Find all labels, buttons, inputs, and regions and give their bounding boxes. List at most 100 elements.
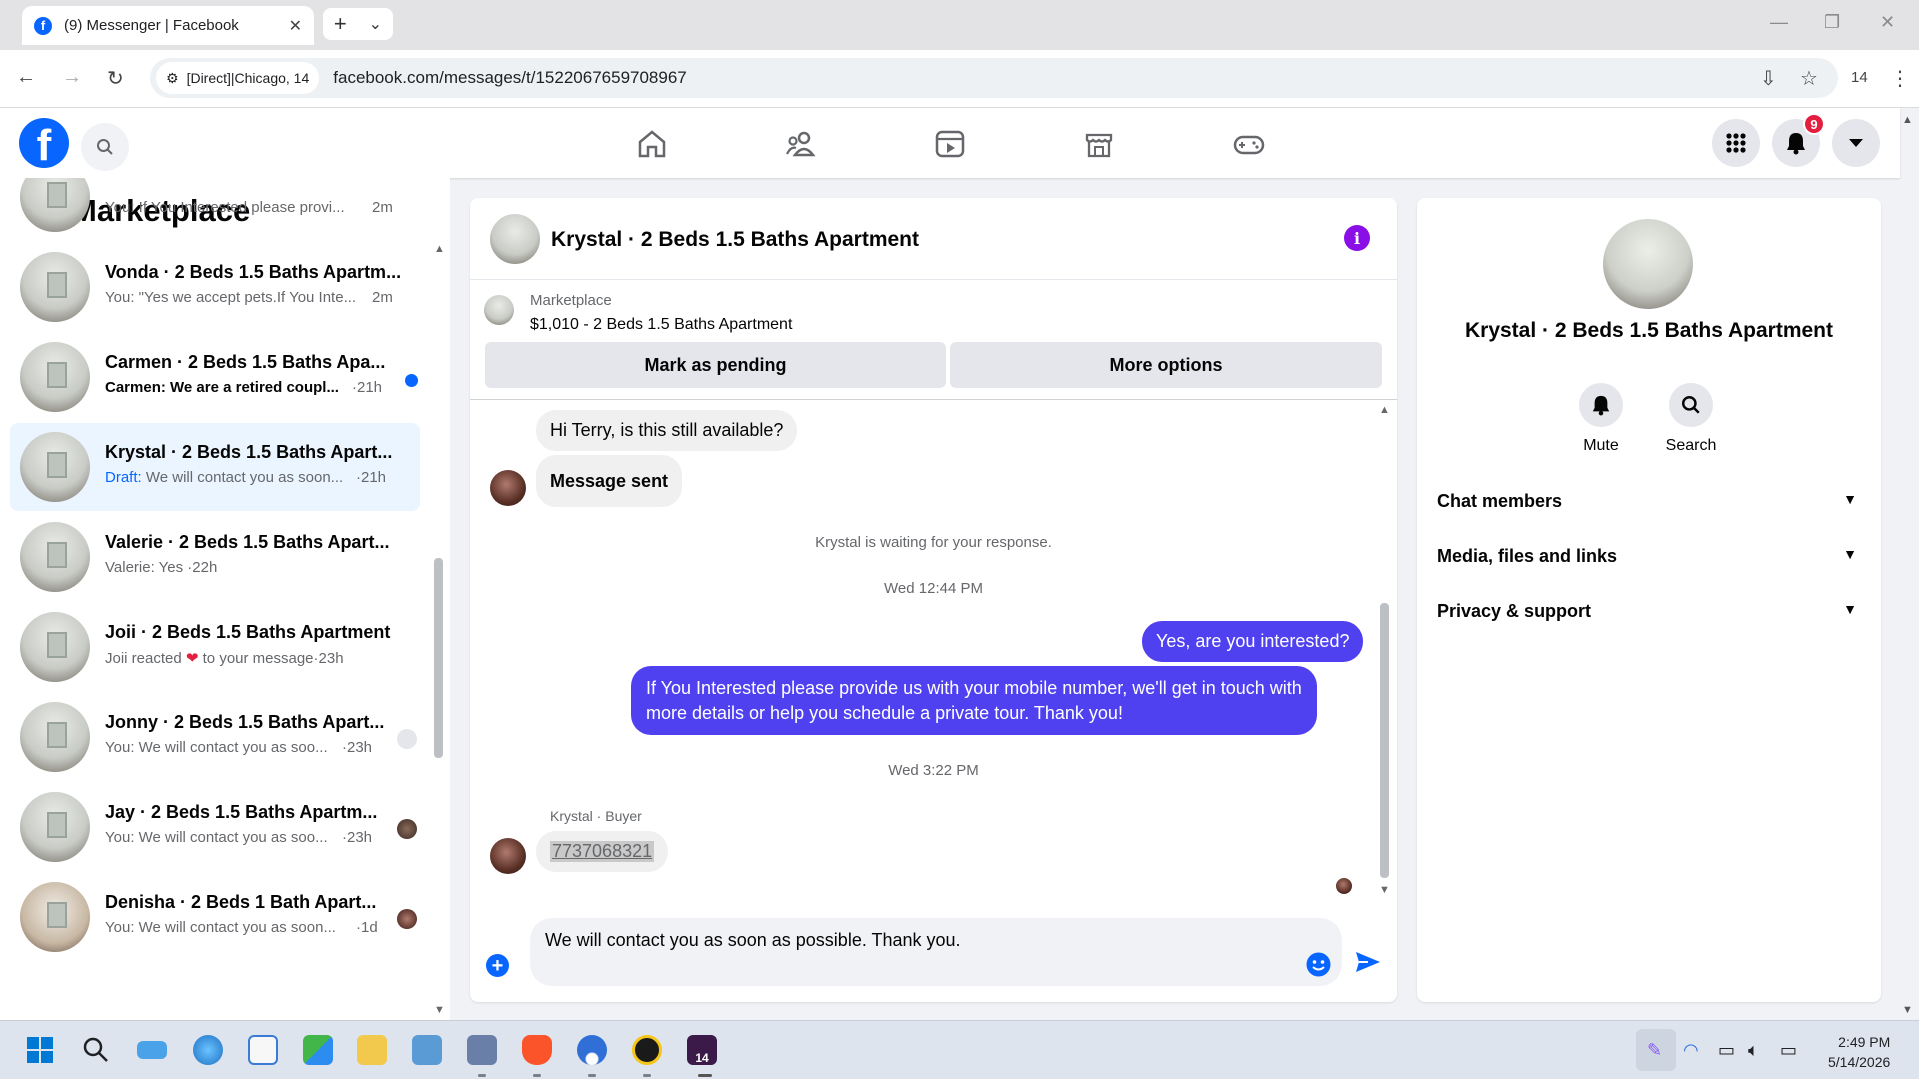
video-icon[interactable] <box>933 127 967 161</box>
conversation-scrollbar[interactable] <box>1380 603 1389 878</box>
battery-icon[interactable]: ▭ <box>1780 1040 1797 1061</box>
message-composer[interactable]: We will contact you as soon as possible.… <box>530 918 1342 986</box>
profile-badge[interactable]: 14 <box>1851 69 1868 86</box>
send-icon[interactable] <box>1354 950 1382 974</box>
conversation-item[interactable]: Joii · 2 Beds 1.5 Baths Apartment Joii r… <box>10 603 420 691</box>
incoming-message[interactable]: 7737068321 <box>536 831 669 872</box>
minimize-icon[interactable]: — <box>1770 12 1788 33</box>
tab-search-button[interactable]: ⌄ <box>369 14 382 34</box>
windows-start-icon[interactable] <box>25 1035 55 1065</box>
conversation-scroll-up-icon[interactable]: ▲ <box>1379 404 1390 416</box>
conversation-item[interactable]: Vonda · 2 Beds 1.5 Baths Apartm... You: … <box>10 243 420 331</box>
install-app-icon[interactable]: ⇩ <box>1760 66 1777 91</box>
info-icon[interactable]: i <box>1344 225 1370 251</box>
sidebar-scroll-down-icon[interactable]: ▼ <box>434 1004 445 1016</box>
privacy-support-section[interactable]: Privacy & support ▼ <box>1437 601 1857 622</box>
back-icon[interactable]: ← <box>16 66 36 89</box>
krystal-avatar[interactable] <box>490 470 526 506</box>
listing-avatar <box>20 342 90 412</box>
system-clock[interactable]: 2:49 PM 5/14/2026 <box>1828 1032 1890 1072</box>
tab-close-icon[interactable]: ✕ <box>289 16 302 36</box>
restore-icon[interactable]: ❐ <box>1824 12 1840 33</box>
conversation-avatar[interactable] <box>490 214 540 264</box>
media-files-links-section[interactable]: Media, files and links ▼ <box>1437 546 1857 567</box>
mark-as-pending-button[interactable]: Mark as pending <box>485 342 946 388</box>
friends-icon[interactable] <box>784 127 818 161</box>
page-scroll-up-icon[interactable]: ▲ <box>1902 114 1913 126</box>
chat-members-section[interactable]: Chat members ▼ <box>1437 491 1857 512</box>
menu-button[interactable] <box>1712 119 1760 167</box>
new-tab-button[interactable]: + <box>334 11 347 37</box>
conversation-item[interactable]: Carmen · 2 Beds 1.5 Baths Apa... Carmen:… <box>10 333 420 421</box>
browser-menu-icon[interactable]: ⋮ <box>1890 66 1910 91</box>
chevron-down-icon: ▼ <box>1843 601 1857 617</box>
marketplace-icon[interactable] <box>1082 127 1116 161</box>
page-scroll-down-icon[interactable]: ▼ <box>1902 1004 1913 1016</box>
ix-browser-icon[interactable] <box>632 1035 662 1065</box>
control-panel-icon[interactable] <box>412 1035 442 1065</box>
conversation-item[interactable]: Jay · 2 Beds 1.5 Baths Apartm... You: We… <box>10 783 420 871</box>
address-bar[interactable]: ⚙ [Direct]|Chicago, 14 facebook.com/mess… <box>150 58 1838 98</box>
conversation-item[interactable]: You: If You Interested please provi... 2… <box>10 178 420 241</box>
phone-number[interactable]: 7737068321 <box>550 841 655 862</box>
close-window-icon[interactable]: ✕ <box>1880 12 1895 33</box>
krystal-avatar[interactable] <box>490 838 526 874</box>
taskbar-search-icon[interactable] <box>81 1035 111 1065</box>
listing-title[interactable]: $1,010 - 2 Beds 1.5 Baths Apartment <box>530 316 792 334</box>
search-label: Search <box>1665 437 1717 454</box>
conversation-item[interactable]: Valerie · 2 Beds 1.5 Baths Apart... Vale… <box>10 513 420 601</box>
sidebar-scroll-up-icon[interactable]: ▲ <box>434 243 445 255</box>
conversation-title[interactable]: Krystal · 2 Beds 1.5 Baths Apartment <box>551 228 919 252</box>
site-info-chip[interactable]: ⚙ [Direct]|Chicago, 14 <box>156 62 320 94</box>
vpn-app-icon[interactable] <box>577 1035 607 1065</box>
conversation-item[interactable]: Denisha · 2 Beds 1 Bath Apart... You: We… <box>10 873 420 961</box>
facebook-header: f <box>0 108 1900 178</box>
facebook-logo[interactable]: f <box>19 118 69 168</box>
notification-count-badge: 9 <box>1803 113 1825 135</box>
outgoing-message[interactable]: Yes, are you interested? <box>1142 621 1364 662</box>
file-explorer-icon[interactable] <box>357 1035 387 1065</box>
listing-avatar-large[interactable] <box>1603 219 1693 309</box>
url-text[interactable]: facebook.com/messages/t/1522067659708967 <box>333 68 686 88</box>
home-icon[interactable] <box>635 127 669 161</box>
display-icon[interactable]: ▭ <box>1718 1040 1735 1061</box>
browser-tab[interactable]: f (9) Messenger | Facebook ✕ <box>22 6 314 45</box>
conversation-item[interactable]: Jonny · 2 Beds 1.5 Baths Apart... You: W… <box>10 693 420 781</box>
reload-icon[interactable]: ↻ <box>107 66 124 91</box>
outgoing-message[interactable]: If You Interested please provide us with… <box>631 666 1317 735</box>
vpn-tray-icon[interactable]: ◠ <box>1683 1040 1699 1061</box>
listing-avatar <box>20 252 90 322</box>
emoji-icon[interactable] <box>1306 952 1331 977</box>
account-button[interactable] <box>1832 119 1880 167</box>
task-view-icon[interactable] <box>137 1041 167 1059</box>
listing-avatar <box>20 522 90 592</box>
brave-browser-icon[interactable] <box>522 1035 552 1065</box>
listing-avatar <box>20 178 90 232</box>
volume-icon[interactable]: 🔈︎ <box>1748 1040 1759 1061</box>
store-app-icon[interactable] <box>303 1035 333 1065</box>
listing-thumbnail[interactable] <box>484 295 514 325</box>
add-attachment-icon[interactable]: + <box>486 954 509 977</box>
network-app-icon[interactable] <box>467 1035 497 1065</box>
incoming-message[interactable]: Message sent <box>536 455 683 507</box>
mute-action[interactable]: Mute <box>1561 383 1641 455</box>
bookmark-star-icon[interactable]: ☆ <box>1800 66 1818 91</box>
conversation-name: Jonny · 2 Beds 1.5 Baths Apart... <box>105 712 385 732</box>
conversation-item-selected[interactable]: Krystal · 2 Beds 1.5 Baths Apart... Draf… <box>10 423 420 511</box>
more-options-button[interactable]: More options <box>950 342 1382 388</box>
conversation-name: Valerie · 2 Beds 1.5 Baths Apart... <box>105 532 390 552</box>
snipping-tool-icon[interactable] <box>248 1035 278 1065</box>
composer-text[interactable]: We will contact you as soon as possible.… <box>545 930 961 951</box>
profile-browser-icon[interactable]: 14 <box>687 1035 717 1065</box>
search-action[interactable]: Search <box>1651 383 1731 455</box>
sender-label: Krystal · Buyer <box>550 808 642 824</box>
sidebar-scrollbar[interactable] <box>434 558 443 758</box>
forward-icon[interactable]: → <box>62 66 82 89</box>
facebook-search-button[interactable] <box>81 123 129 171</box>
gaming-icon[interactable] <box>1232 127 1266 161</box>
conversation-scroll-down-icon[interactable]: ▼ <box>1379 884 1390 896</box>
site-chip-label: [Direct]|Chicago, 14 <box>186 70 310 86</box>
globe-app-icon[interactable] <box>193 1035 223 1065</box>
incoming-message[interactable]: Hi Terry, is this still available? <box>536 410 798 451</box>
conversation-time: ·1d <box>356 919 378 936</box>
